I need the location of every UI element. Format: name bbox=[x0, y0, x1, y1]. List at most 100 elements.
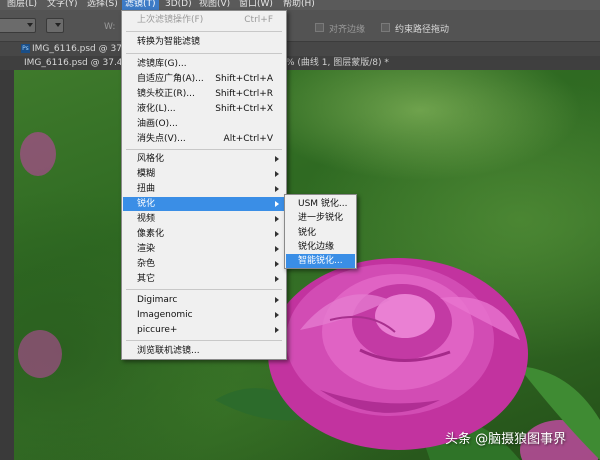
menu-item-label: 智能锐化... bbox=[298, 256, 343, 266]
menu-item-pixelate[interactable]: 像素化 bbox=[123, 227, 285, 241]
menu-window[interactable]: 窗口(W) bbox=[236, 0, 276, 10]
submenu-arrow-icon bbox=[275, 297, 279, 303]
menu-filter[interactable]: 滤镜(T) bbox=[122, 0, 159, 10]
menu-item-label: 滤镜库(G)... bbox=[137, 59, 187, 69]
menu-3d[interactable]: 3D(D) bbox=[162, 0, 195, 10]
menu-item-sharpen-edges[interactable]: 锐化边缘 bbox=[286, 240, 355, 254]
submenu-arrow-icon bbox=[275, 201, 279, 207]
menu-separator bbox=[126, 53, 282, 54]
menu-help[interactable]: 帮助(H) bbox=[280, 0, 318, 10]
menu-item-label: 模糊 bbox=[137, 169, 156, 179]
shortcut-label: Alt+Ctrl+V bbox=[223, 134, 273, 144]
menu-item-label: 像素化 bbox=[137, 229, 165, 239]
menu-item-unsharp-mask[interactable]: USM 锐化... bbox=[286, 197, 355, 211]
menu-item-label: Digimarc bbox=[137, 295, 178, 305]
menu-item-label: 浏览联机滤镜... bbox=[137, 346, 200, 356]
align-edges-label: 对齐边缘 bbox=[329, 25, 366, 35]
watermark: 头条 @脑摄狼图事界 bbox=[445, 432, 567, 447]
menu-item-oil-paint[interactable]: 油画(O)... bbox=[123, 117, 285, 131]
menu-item-blur[interactable]: 模糊 bbox=[123, 167, 285, 181]
shortcut-label: Shift+Ctrl+X bbox=[215, 104, 273, 114]
menu-item-noise[interactable]: 杂色 bbox=[123, 257, 285, 271]
menu-view[interactable]: 视图(V) bbox=[196, 0, 233, 10]
document-tab-2-title: IMG_6116.psd @ 37.4% bbox=[24, 58, 132, 68]
menu-item-label: 锐化 bbox=[298, 228, 317, 238]
submenu-arrow-icon bbox=[275, 327, 279, 333]
constrain-path-label: 约束路径拖动 bbox=[395, 25, 450, 35]
menu-layer[interactable]: 图层(L) bbox=[4, 0, 40, 10]
menu-item-label: 上次滤镜操作(F) bbox=[137, 15, 204, 25]
mode-dropdown[interactable] bbox=[46, 18, 64, 33]
menu-item-label: 其它 bbox=[137, 274, 156, 284]
menu-item-last-filter[interactable]: 上次滤镜操作(F) Ctrl+F bbox=[123, 13, 285, 27]
width-label: W: bbox=[104, 22, 116, 32]
shortcut-label: Shift+Ctrl+R bbox=[215, 89, 273, 99]
shortcut-label: Ctrl+F bbox=[244, 15, 273, 25]
menu-item-video[interactable]: 视频 bbox=[123, 212, 285, 226]
menu-item-browse-online-filters[interactable]: 浏览联机滤镜... bbox=[123, 344, 285, 358]
submenu-arrow-icon bbox=[275, 216, 279, 222]
menubar: 图层(L) 文字(Y) 选择(S) 滤镜(T) 3D(D) 视图(V) 窗口(W… bbox=[0, 0, 600, 10]
options-bar: W: 对齐边缘 约束路径拖动 bbox=[0, 10, 600, 42]
menu-item-label: 杂色 bbox=[137, 259, 156, 269]
shortcut-label: Shift+Ctrl+A bbox=[215, 74, 273, 84]
menu-item-label: 液化(L)... bbox=[137, 104, 176, 114]
document-tab-2-info: % (曲线 1, 图层蒙版/8) * bbox=[286, 58, 389, 68]
menu-item-digimarc[interactable]: Digimarc bbox=[123, 293, 285, 307]
menu-item-label: USM 锐化... bbox=[298, 199, 348, 209]
menu-item-other[interactable]: 其它 bbox=[123, 272, 285, 286]
menu-separator bbox=[126, 31, 282, 32]
menu-item-label: piccure+ bbox=[137, 325, 178, 335]
menu-item-vanishing-point[interactable]: 消失点(V)... Alt+Ctrl+V bbox=[123, 132, 285, 146]
menu-item-sharpen-basic[interactable]: 锐化 bbox=[286, 226, 355, 240]
menu-item-smart-sharpen[interactable]: 智能锐化... bbox=[286, 254, 355, 268]
menu-item-label: 渲染 bbox=[137, 244, 156, 254]
document-tab-1[interactable]: Ps IMG_6116.psd @ 37.4% bbox=[0, 42, 600, 56]
photoshop-file-icon: Ps bbox=[21, 44, 30, 53]
menu-item-label: 视频 bbox=[137, 214, 156, 224]
menu-item-label: 锐化边缘 bbox=[298, 242, 335, 252]
submenu-arrow-icon bbox=[275, 246, 279, 252]
chevron-down-icon bbox=[27, 23, 33, 27]
filter-menu: 上次滤镜操作(F) Ctrl+F 转换为智能滤镜 滤镜库(G)... 自适应广角(… bbox=[121, 10, 287, 360]
menu-item-sharpen-more[interactable]: 进一步锐化 bbox=[286, 211, 355, 225]
submenu-arrow-icon bbox=[275, 156, 279, 162]
menu-item-imagenomic[interactable]: Imagenomic bbox=[123, 308, 285, 322]
menu-item-label: 进一步锐化 bbox=[298, 213, 344, 223]
menu-item-distort[interactable]: 扭曲 bbox=[123, 182, 285, 196]
menu-select[interactable]: 选择(S) bbox=[84, 0, 121, 10]
align-edges-checkbox[interactable] bbox=[315, 23, 324, 32]
submenu-arrow-icon bbox=[275, 231, 279, 237]
menu-separator bbox=[126, 289, 282, 290]
menu-item-adaptive-wide-angle[interactable]: 自适应广角(A)... Shift+Ctrl+A bbox=[123, 72, 285, 86]
menu-item-label: 扭曲 bbox=[137, 184, 156, 194]
chevron-down-icon bbox=[55, 23, 61, 27]
menu-item-piccure[interactable]: piccure+ bbox=[123, 323, 285, 337]
menu-item-convert-smart-filter[interactable]: 转换为智能滤镜 bbox=[123, 35, 285, 49]
menu-type[interactable]: 文字(Y) bbox=[44, 0, 81, 10]
submenu-arrow-icon bbox=[275, 261, 279, 267]
menu-item-stylize[interactable]: 风格化 bbox=[123, 152, 285, 166]
menu-separator bbox=[126, 149, 282, 150]
constrain-path-checkbox[interactable] bbox=[381, 23, 390, 32]
menu-item-sharpen[interactable]: 锐化 bbox=[123, 197, 285, 211]
menu-item-label: 消失点(V)... bbox=[137, 134, 186, 144]
menu-item-render[interactable]: 渲染 bbox=[123, 242, 285, 256]
menu-item-lens-correction[interactable]: 镜头校正(R)... Shift+Ctrl+R bbox=[123, 87, 285, 101]
submenu-arrow-icon bbox=[275, 276, 279, 282]
menu-item-label: 风格化 bbox=[137, 154, 165, 164]
menu-item-filter-gallery[interactable]: 滤镜库(G)... bbox=[123, 57, 285, 71]
submenu-arrow-icon bbox=[275, 186, 279, 192]
menu-item-label: 锐化 bbox=[137, 199, 156, 209]
tools-panel-edge bbox=[0, 70, 14, 460]
menu-item-label: Imagenomic bbox=[137, 310, 193, 320]
menu-item-liquify[interactable]: 液化(L)... Shift+Ctrl+X bbox=[123, 102, 285, 116]
menu-item-label: 油画(O)... bbox=[137, 119, 178, 129]
tool-preset-dropdown[interactable] bbox=[0, 18, 36, 33]
submenu-arrow-icon bbox=[275, 171, 279, 177]
menu-item-label: 自适应广角(A)... bbox=[137, 74, 204, 84]
menu-separator bbox=[126, 340, 282, 341]
menu-item-label: 镜头校正(R)... bbox=[137, 89, 195, 99]
menu-item-label: 转换为智能滤镜 bbox=[137, 37, 201, 47]
submenu-arrow-icon bbox=[275, 312, 279, 318]
